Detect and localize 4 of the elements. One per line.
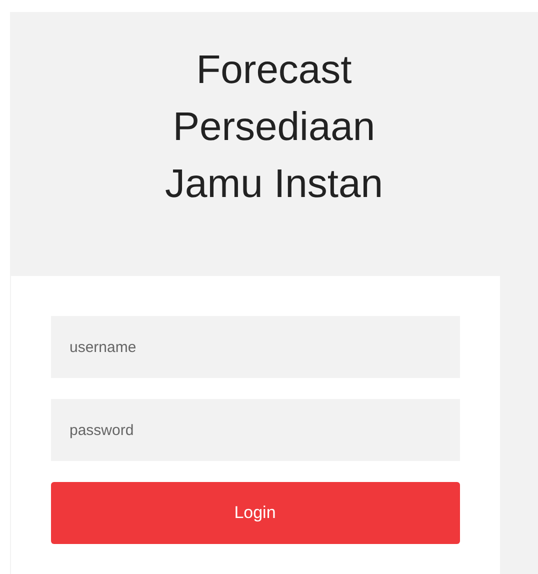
- username-field[interactable]: username: [50, 316, 460, 378]
- password-field[interactable]: password: [50, 399, 460, 461]
- login-button[interactable]: Login: [50, 482, 460, 544]
- page-title: Forecast Persediaan Jamu Instan: [164, 47, 384, 208]
